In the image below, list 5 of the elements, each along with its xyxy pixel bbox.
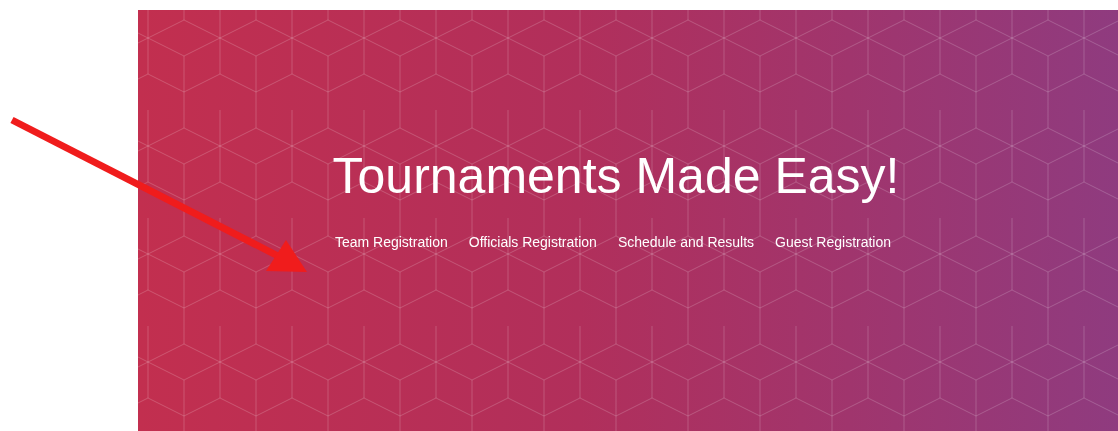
nav-link[interactable]: Team Registration bbox=[334, 232, 448, 253]
nav-link[interactable]: Guest Registration bbox=[775, 232, 892, 253]
hero-title: Tournaments Made Easy! bbox=[331, 147, 901, 206]
nav-link[interactable]: Officials Registration bbox=[468, 232, 597, 253]
nav-link[interactable]: Schedule and Results bbox=[617, 232, 755, 253]
